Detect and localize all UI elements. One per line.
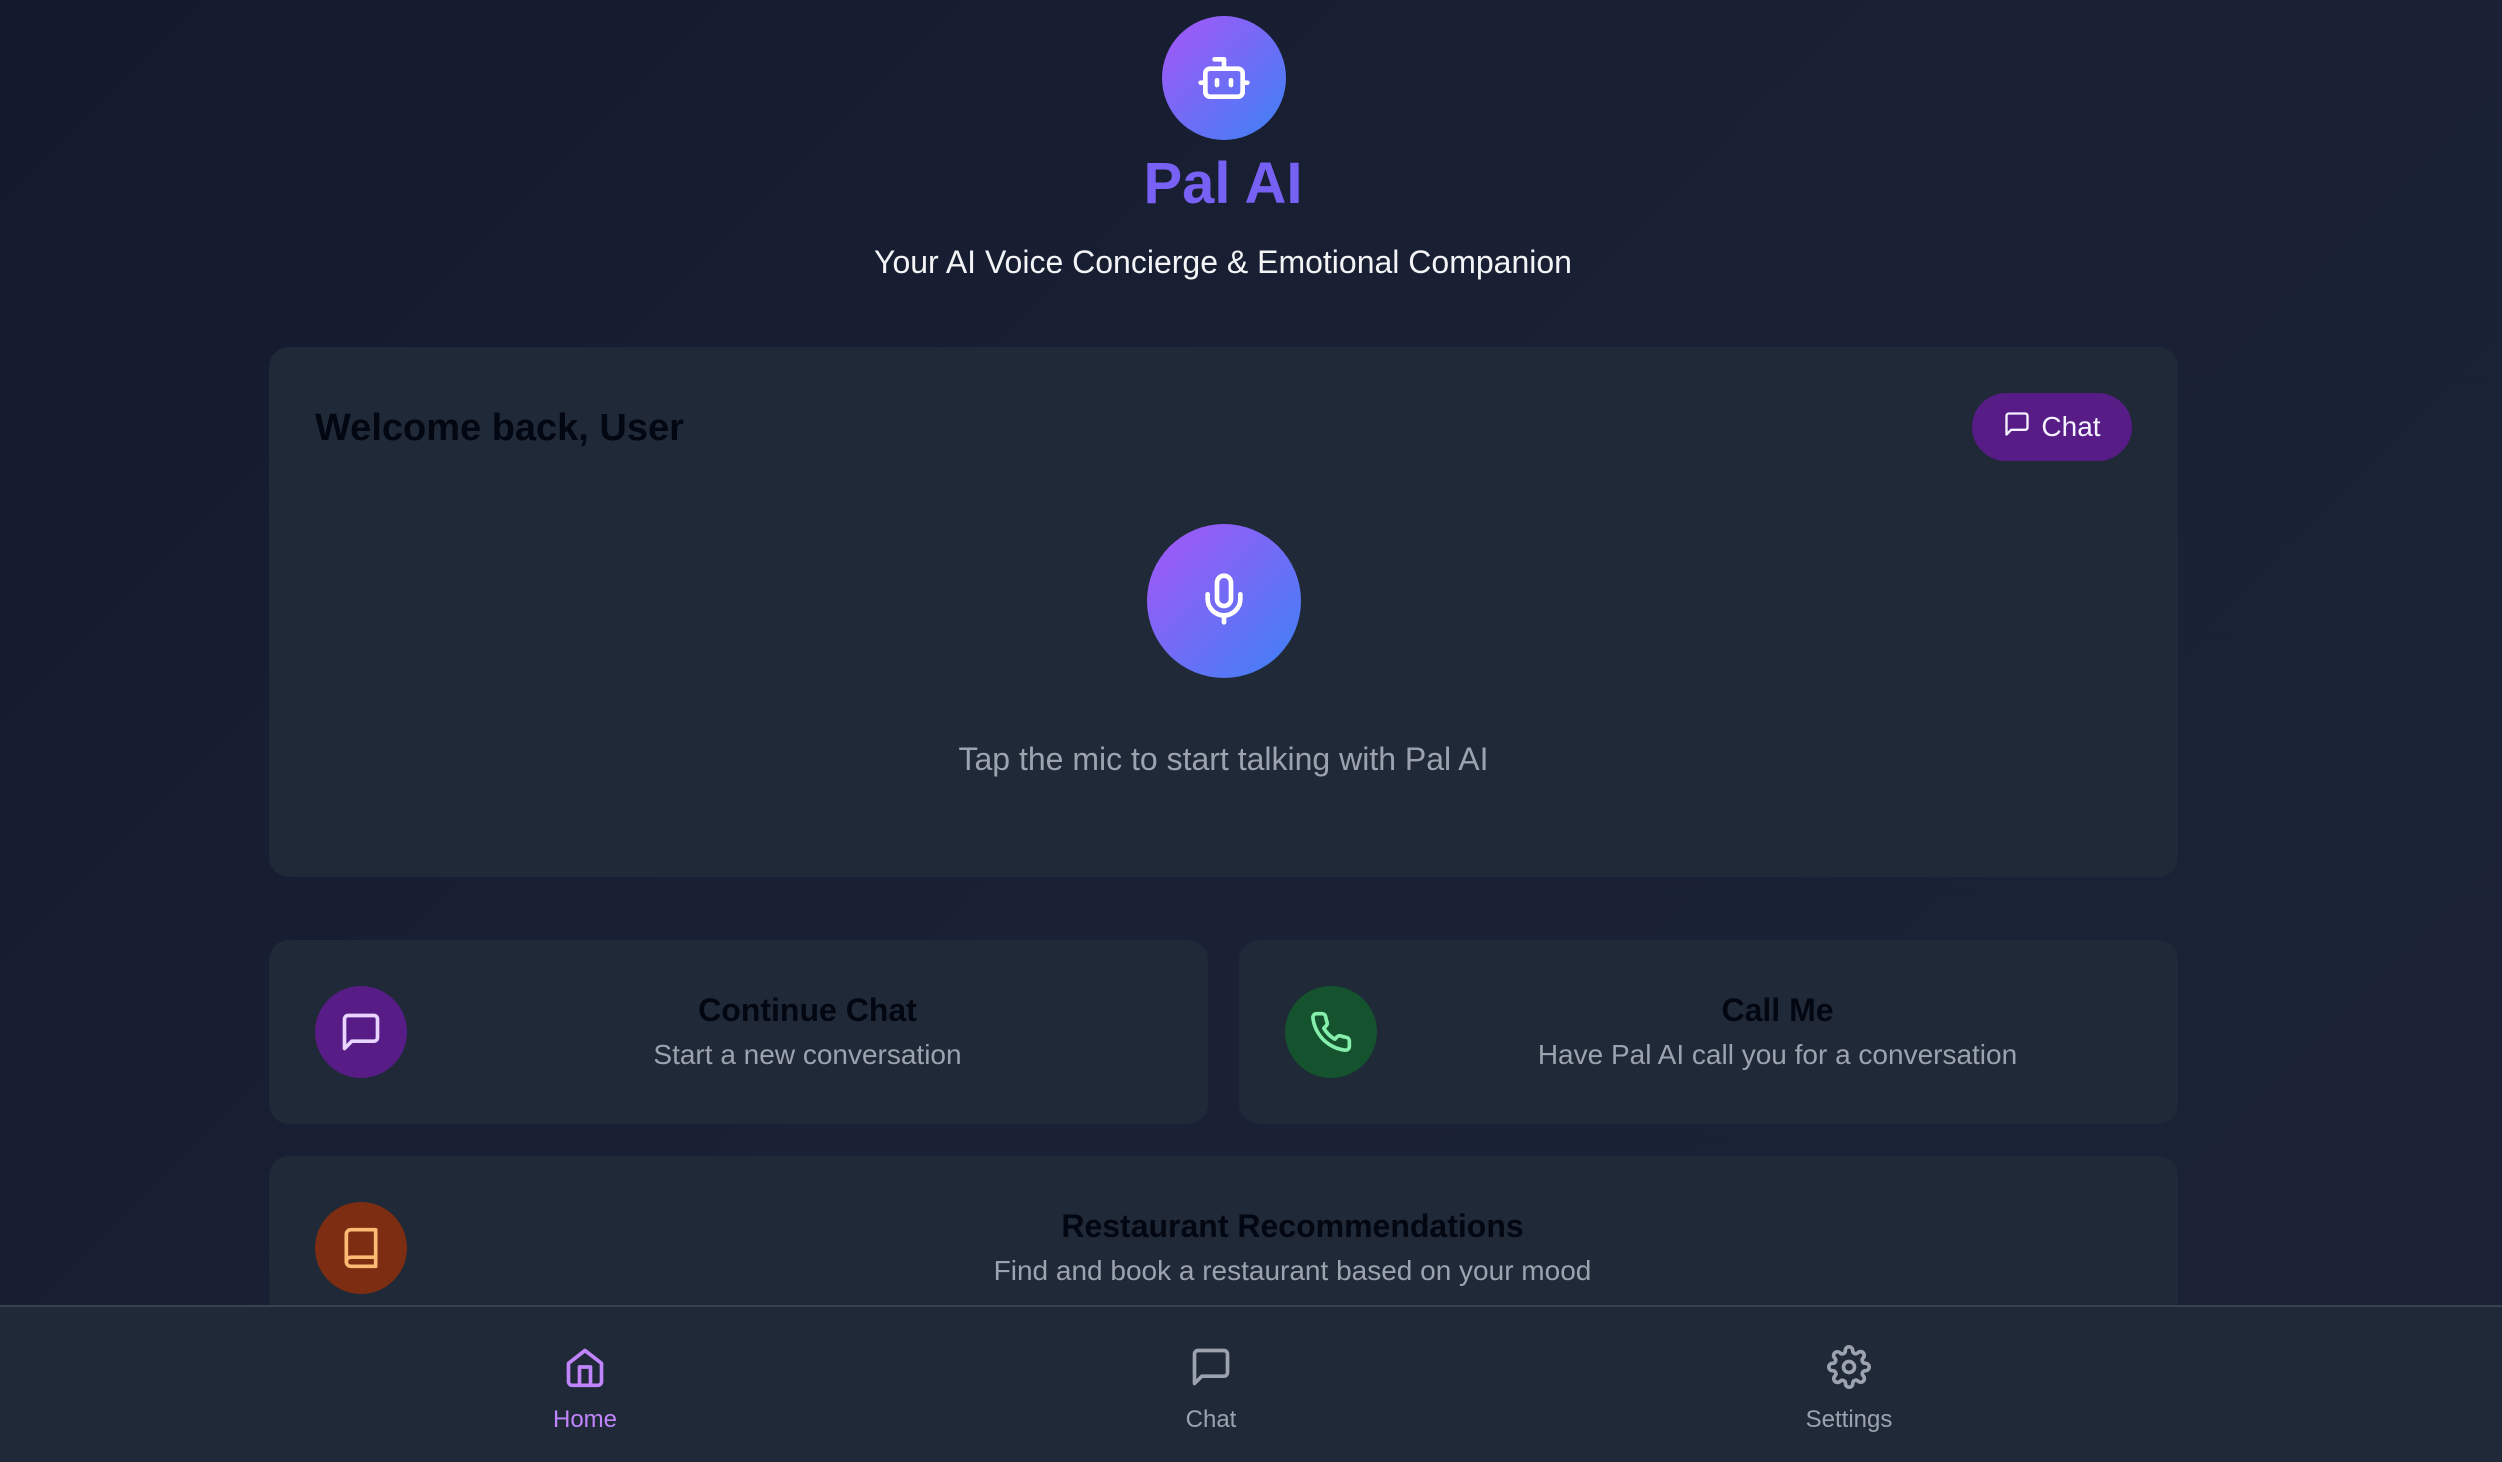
app-title: Pal AI (0, 150, 2446, 217)
phone-icon (1285, 986, 1377, 1078)
continue-chat-card[interactable]: Continue Chat Start a new conversation (269, 940, 1208, 1124)
app-tagline: Your AI Voice Concierge & Emotional Comp… (874, 244, 1572, 280)
bottom-nav: Home Chat Settings (0, 1305, 2502, 1462)
nav-label: Home (552, 1406, 618, 1433)
nav-item-chat[interactable]: Chat (1111, 1345, 1311, 1434)
book-icon (315, 1202, 407, 1294)
card-title: Continue Chat (698, 992, 917, 1028)
call-me-card[interactable]: Call Me Have Pal AI call you for a conve… (1239, 940, 2178, 1124)
card-subtitle: Find and book a restaurant based on your… (993, 1255, 1592, 1286)
card-subtitle: Have Pal AI call you for a conversation (1537, 1039, 2018, 1070)
mic-icon (1196, 571, 1252, 632)
bot-logo-icon (1162, 16, 1286, 140)
mic-button[interactable] (1147, 524, 1301, 678)
nav-item-home[interactable]: Home (485, 1345, 685, 1434)
home-icon (563, 1345, 607, 1396)
message-square-icon (1189, 1345, 1233, 1396)
card-title: Restaurant Recommendations (1061, 1208, 1524, 1244)
gear-icon (1827, 1345, 1871, 1396)
nav-label: Chat (1185, 1406, 1237, 1433)
welcome-heading: Welcome back, User (315, 407, 684, 449)
card-subtitle: Start a new conversation (653, 1039, 962, 1070)
card-title: Call Me (1721, 992, 1834, 1028)
message-square-icon (2003, 410, 2031, 445)
chat-button-label: Chat (2041, 411, 2101, 442)
chat-button[interactable]: Chat (1972, 393, 2132, 461)
nav-label: Settings (1805, 1406, 1893, 1433)
nav-item-settings[interactable]: Settings (1749, 1345, 1949, 1434)
message-square-icon (315, 986, 407, 1078)
voice-card: Welcome back, User Chat Tap the mic to s… (269, 347, 2178, 877)
mic-hint: Tap the mic to start talking with Pal AI (958, 741, 1489, 777)
